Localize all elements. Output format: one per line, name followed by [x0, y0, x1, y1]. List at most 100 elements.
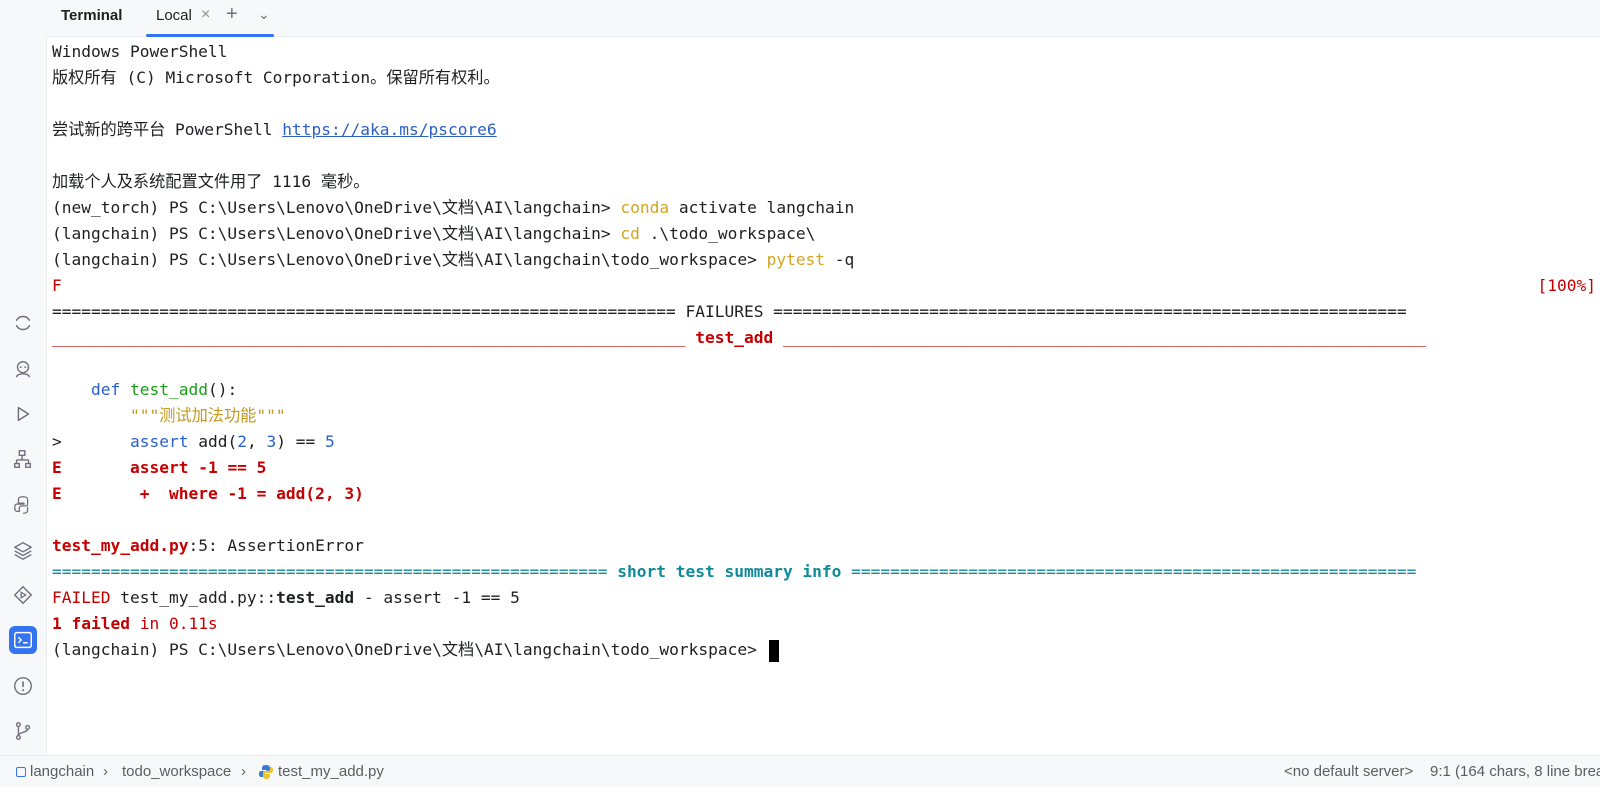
error-location: :5: AssertionError [188, 536, 364, 555]
prompt: (langchain) PS C:\Users\Lenovo\OneDrive\… [52, 640, 767, 659]
tool-window-strip [0, 0, 47, 770]
keyword: assert [129, 432, 189, 451]
terminal-line: 版权所有 (C) Microsoft Corporation。保留所有权利。 [52, 65, 1600, 91]
error-marker: E [52, 458, 62, 477]
new-tab-icon[interactable]: + [226, 3, 238, 26]
pscore-link[interactable]: https://aka.ms/pscore6 [282, 120, 496, 139]
terminal-line: (langchain) PS C:\Users\Lenovo\OneDrive\… [52, 637, 1600, 663]
tab-local[interactable]: Local × [146, 0, 274, 37]
command: conda [620, 198, 670, 217]
terminal-line: """测试加法功能""" [52, 403, 1600, 429]
problems-icon[interactable] [9, 672, 37, 700]
terminal-line: (langchain) PS C:\Users\Lenovo\OneDrive\… [52, 247, 1600, 273]
status-bar: langchain › todo_workspace › test_my_add… [0, 755, 1600, 787]
failed-test-name: test_add [695, 328, 774, 347]
prompt: (new_torch) PS C:\Users\Lenovo\OneDrive\… [52, 198, 621, 217]
summary-rule-left: ========================================… [52, 562, 618, 581]
breadcrumb-separator: › [103, 763, 108, 780]
terminal-output[interactable]: Windows PowerShell 版权所有 (C) Microsoft Co… [52, 39, 1600, 754]
terminal-line: 1 failed in 0.11s [52, 611, 1600, 637]
duration: in 0.11s [129, 614, 218, 633]
failed-label: FAILED [52, 588, 111, 607]
text: , [246, 432, 267, 451]
terminal-tab-bar: Terminal Local × + ⌄ [46, 0, 1600, 37]
error-pointer: > [52, 432, 62, 451]
number: 2 [237, 432, 247, 451]
number: 5 [324, 432, 335, 451]
layers-icon[interactable] [9, 536, 37, 564]
error-file[interactable]: test_my_add.py [52, 536, 188, 555]
terminal-icon[interactable] [9, 626, 37, 654]
module-icon [16, 767, 26, 777]
terminal-line: > assert add(2, 3) == 5 [52, 429, 1600, 455]
test-result-marker: F [52, 276, 62, 295]
text: 尝试新的跨平台 PowerShell [52, 120, 283, 139]
text: 加载个人及系统配置文件用了 1116 毫秒。 [52, 172, 370, 191]
prompt: (langchain) PS C:\Users\Lenovo\OneDrive\… [52, 224, 621, 243]
breadcrumb-todo-workspace[interactable]: todo_workspace [122, 763, 231, 780]
cursor-position[interactable]: 9:1 (164 chars, 8 line breaks) [1430, 763, 1600, 780]
breadcrumb-test-file[interactable]: test_my_add.py [278, 763, 384, 780]
text: test_my_add.py:: [110, 588, 277, 607]
rule-right: ________________________________________… [773, 328, 1427, 347]
text: 版权所有 (C) Microsoft Corporation。保留所有权利。 [52, 68, 500, 87]
failures-rule: ========================================… [52, 302, 1407, 321]
error-text: assert -1 == 5 [129, 458, 267, 477]
tool-window-title: Terminal [61, 7, 123, 24]
summary-rule-right: ========================================… [841, 562, 1417, 581]
git-icon[interactable] [9, 717, 37, 745]
failed-test: test_add [276, 588, 355, 607]
rule-left: ________________________________________… [52, 328, 696, 347]
terminal-line: E assert -1 == 5 [52, 455, 1600, 481]
command-args: activate langchain [669, 198, 855, 217]
terminal-line: 加载个人及系统配置文件用了 1116 毫秒。 [52, 169, 1600, 195]
command: cd [620, 224, 640, 243]
text: Windows PowerShell [52, 42, 228, 61]
python-console-icon[interactable] [9, 491, 37, 519]
terminal-line: ========================================… [52, 559, 1600, 585]
chevron-down-icon[interactable]: ⌄ [258, 6, 270, 23]
summary-title: short test summary info [617, 562, 842, 581]
loading-icon[interactable] [9, 309, 37, 337]
services-icon[interactable] [9, 445, 37, 473]
breadcrumb-separator: › [241, 763, 246, 780]
text: (): [207, 380, 238, 399]
ai-assistant-icon[interactable] [9, 355, 37, 383]
function-name: test_add [129, 380, 208, 399]
tab-local-label: Local [156, 7, 192, 24]
error-marker: E [52, 484, 62, 503]
terminal-line: F [100%] [52, 273, 1600, 299]
terminal-line: ========================================… [52, 299, 1600, 325]
debug-icon[interactable] [9, 581, 37, 609]
command-args: -q [825, 250, 855, 269]
terminal-line: (langchain) PS C:\Users\Lenovo\OneDrive\… [52, 221, 1600, 247]
terminal-line: test_my_add.py:5: AssertionError [52, 533, 1600, 559]
keyword: def [90, 380, 121, 399]
text: - assert -1 == 5 [354, 588, 520, 607]
progress-percent: [100%] [1537, 276, 1596, 295]
run-icon[interactable] [9, 400, 37, 428]
number: 3 [266, 432, 277, 451]
text: ) == [276, 432, 325, 451]
close-tab-icon[interactable]: × [201, 6, 210, 24]
python-file-icon [258, 764, 274, 784]
breadcrumb-langchain[interactable]: langchain [30, 763, 94, 780]
terminal-line: Windows PowerShell [52, 39, 1600, 65]
prompt: (langchain) PS C:\Users\Lenovo\OneDrive\… [52, 250, 767, 269]
terminal-line: (new_torch) PS C:\Users\Lenovo\OneDrive\… [52, 195, 1600, 221]
command: pytest [766, 250, 826, 269]
terminal-line: FAILED test_my_add.py::test_add - assert… [52, 585, 1600, 611]
text: add( [188, 432, 238, 451]
server-status[interactable]: <no default server> [1284, 763, 1413, 780]
docstring: """测试加法功能""" [129, 406, 286, 425]
terminal-line: E + where -1 = add(2, 3) [52, 481, 1600, 507]
active-tab-indicator [146, 34, 274, 37]
failed-count: 1 failed [52, 614, 130, 633]
terminal-line: 尝试新的跨平台 PowerShell https://aka.ms/pscore… [52, 117, 1600, 143]
text-cursor [768, 639, 779, 662]
command-args: .\todo_workspace\ [639, 224, 816, 243]
